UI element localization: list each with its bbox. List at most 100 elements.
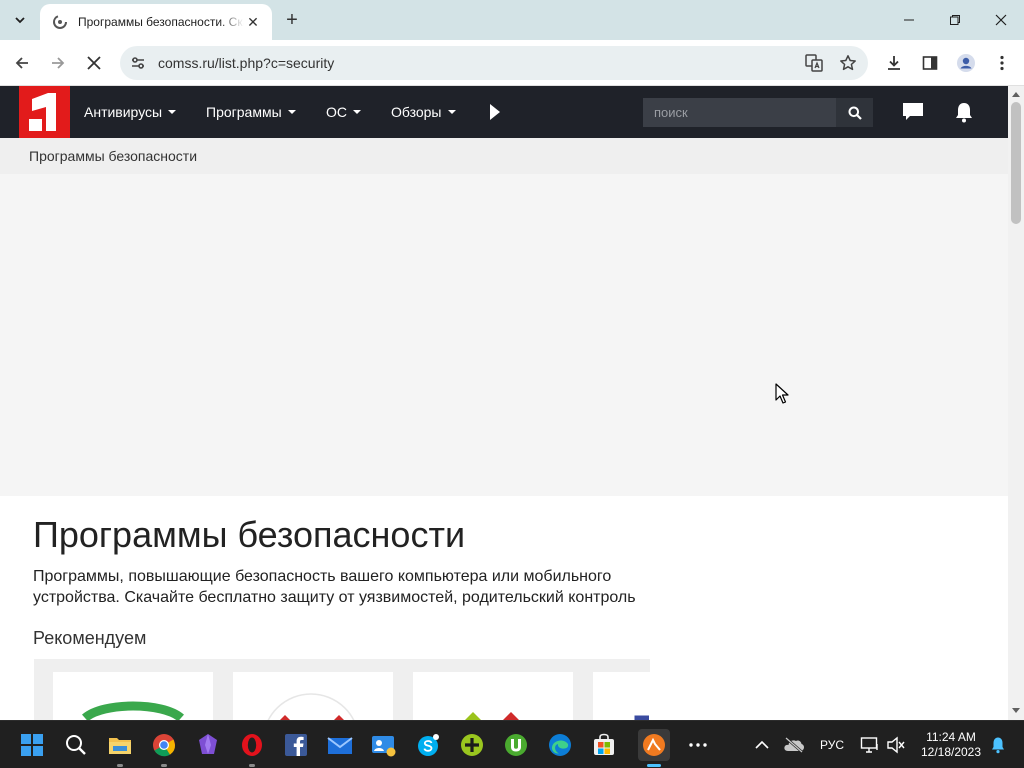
chevron-down-icon [15,17,25,24]
folder-icon [109,738,131,754]
page-description: Программы, повышающие безопасность вашег… [33,568,636,606]
browser-toolbar: comss.ru/list.php?c=security [0,40,1024,86]
speaker-muted-icon [887,736,905,754]
store-bag-icon [594,733,614,755]
search-input[interactable] [643,98,836,127]
cloud-offline-icon [784,737,805,753]
scroll-down-arrow-icon[interactable] [1012,708,1020,713]
url-text[interactable]: comss.ru/list.php?c=security [158,55,800,71]
more-vertical-icon [1000,55,1004,71]
stop-icon [87,56,101,70]
app-logo-icon [465,712,519,720]
scrollbar-thumb[interactable] [1011,102,1021,224]
tray-volume[interactable] [880,729,912,761]
comments-button[interactable] [900,100,926,124]
recommended-card[interactable] [593,672,650,720]
recommended-card[interactable] [413,672,573,720]
breadcrumb[interactable]: Программы безопасности [29,148,197,164]
browser-tab[interactable]: Программы безопасности. Скачать бесплатн… [40,4,272,40]
taskbar-obsidian[interactable] [192,729,224,761]
tray-overflow-button[interactable] [746,729,778,761]
breadcrumb-bar: Программы безопасности [0,138,1008,174]
plus-circle-icon [461,734,483,756]
nav-reviews[interactable]: Обзоры [391,86,456,138]
taskbar-store[interactable] [588,729,620,761]
bookmark-star-icon[interactable] [834,49,862,77]
notification-center-button[interactable] [982,729,1014,761]
page-scrollbar[interactable] [1008,86,1024,720]
start-button[interactable] [16,729,48,761]
more-horizontal-icon [689,743,707,747]
ad-placeholder [0,174,1008,496]
stop-loading-button[interactable] [80,49,108,77]
side-panel-button[interactable] [916,49,944,77]
site-logo[interactable] [19,86,70,138]
nav-more-button[interactable] [488,102,502,122]
taskbar-skype[interactable] [412,729,444,761]
nav-programs[interactable]: Программы [206,86,296,138]
restore-button[interactable] [932,0,978,40]
running-indicator [249,764,255,767]
taskbar-contacts[interactable] [368,729,400,761]
taskbar-active-app[interactable] [638,729,670,767]
tab-search-button[interactable] [6,6,34,34]
main-content: Программы безопасности Программы, повыша… [0,496,1008,720]
taskbar-clock[interactable]: 11:24 AM 12/18/2023 [915,730,987,760]
contacts-card-icon [372,736,396,757]
taskbar-opera[interactable] [236,729,268,767]
new-tab-button[interactable]: + [280,8,304,32]
close-icon [995,14,1007,26]
bell-icon [956,103,972,123]
clock-date: 12/18/2023 [920,745,982,759]
edge-icon [549,734,571,756]
windows-logo-icon [21,734,43,756]
taskbar-utorrent[interactable] [500,729,532,761]
close-window-button[interactable] [978,0,1024,40]
tray-onedrive[interactable] [778,729,810,761]
loading-favicon-icon [52,14,68,30]
profile-button[interactable] [952,49,980,77]
caret-down-icon [447,110,456,114]
taskbar-file-explorer[interactable] [104,729,136,767]
search-button[interactable] [836,98,873,127]
taskbar-facebook[interactable] [280,729,312,761]
back-button[interactable] [8,49,36,77]
recommended-card[interactable] [53,672,213,720]
download-icon [888,56,900,70]
side-panel-icon [922,56,938,70]
avatar-icon [957,54,975,72]
caret-down-icon [287,110,296,114]
tab-close-button[interactable]: ✕ [244,13,262,31]
recommended-cards [34,659,650,720]
caret-down-icon [353,110,361,114]
browser-menu-button[interactable] [988,49,1016,77]
notifications-button[interactable] [951,100,977,124]
taskbar-plus-app[interactable] [456,729,488,761]
facebook-icon [285,734,307,756]
taskbar-mail[interactable] [324,729,356,761]
mouse-cursor-icon [775,383,789,404]
downloads-button[interactable] [880,49,908,77]
restore-icon [950,15,960,25]
recommended-card[interactable] [233,672,393,720]
nav-reviews-label: Обзоры [391,104,442,120]
minimize-button[interactable] [886,0,932,40]
taskbar-chrome[interactable] [148,729,180,767]
bell-icon [992,737,1004,754]
taskbar-edge[interactable] [544,729,576,761]
nav-os[interactable]: ОС [326,86,361,138]
orange-app-icon [643,734,665,756]
nav-antivirus[interactable]: Антивирусы [84,86,177,138]
taskbar-search-button[interactable] [60,729,92,761]
arrow-right-icon [52,57,65,69]
nav-antivirus-label: Антивирусы [84,104,163,120]
site-info-icon[interactable] [124,49,152,77]
clock-time: 11:24 AM [926,730,976,744]
address-bar[interactable]: comss.ru/list.php?c=security [120,46,868,80]
scroll-up-arrow-icon[interactable] [1012,92,1020,97]
language-indicator[interactable]: РУС [820,738,844,752]
taskbar-more-apps[interactable] [682,729,714,761]
nav-programs-label: Программы [206,104,282,120]
forward-button[interactable] [44,49,72,77]
translate-icon[interactable] [800,49,828,77]
